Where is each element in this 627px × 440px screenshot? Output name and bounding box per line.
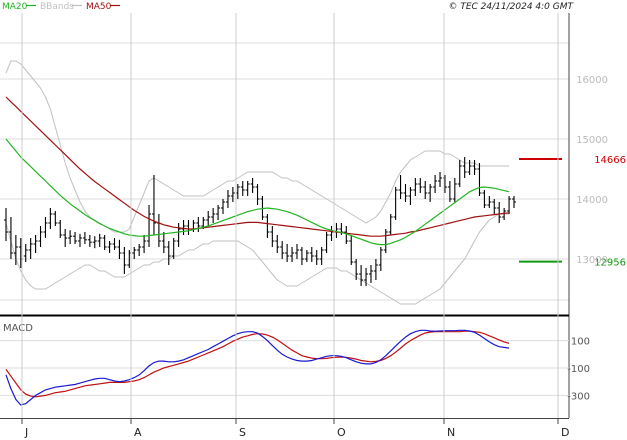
legend-bbands: BBands <box>40 2 74 12</box>
macd-tick-label: 100 <box>571 337 590 348</box>
legend-ma20: MA20 <box>2 2 28 12</box>
price-tick-label: 14000 <box>576 195 608 206</box>
price-tick-label: 13000 <box>576 255 608 266</box>
price-tick-label: 16000 <box>576 75 608 86</box>
macd-tick-label: -100 <box>567 364 590 375</box>
month-label: D <box>561 426 569 439</box>
price-tick-label: 15000 <box>576 135 608 146</box>
price-panel-bg <box>0 13 569 315</box>
month-label: N <box>447 426 455 439</box>
legend: MA20 BBands MA50 <box>2 2 120 12</box>
macd-grid <box>0 340 569 396</box>
month-label: J <box>24 426 28 439</box>
copyright: © TEC 24/11/2024 4:0 GMT <box>448 2 574 12</box>
month-label: A <box>134 426 142 439</box>
price-axis: 13000 14000 15000 16000 <box>576 75 608 266</box>
macd-tick-label: -300 <box>567 391 590 402</box>
chart: 1466612956 13000140001500016000 MACD 100… <box>0 2 626 439</box>
macd-axis: 100 -100 -300 <box>567 337 590 403</box>
legend-ma50: MA50 <box>86 2 112 12</box>
month-label: S <box>239 426 246 439</box>
level-label: 14666 <box>594 155 626 166</box>
macd-title: MACD <box>3 323 33 334</box>
month-label: O <box>337 426 346 439</box>
